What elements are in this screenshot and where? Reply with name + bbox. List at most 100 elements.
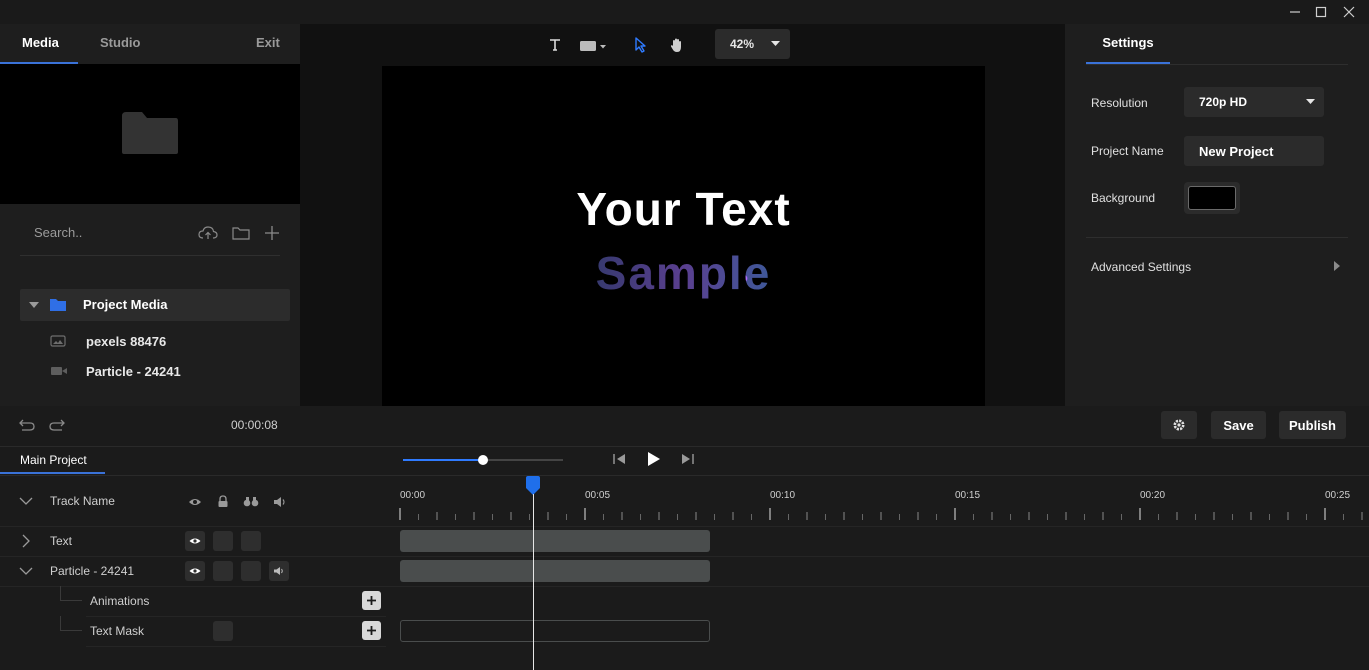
lock-icon[interactable] <box>217 495 229 508</box>
timeline-panel: Main Project Track Name 00:00 00:05 00:1… <box>0 446 1369 670</box>
track-label-text[interactable]: Text <box>50 534 72 548</box>
caret-down-icon <box>29 302 39 308</box>
divider <box>1086 237 1348 238</box>
chevron-down-icon <box>1306 99 1315 104</box>
zoom-value: 42% <box>730 37 755 51</box>
clip-text-mask[interactable] <box>400 620 710 642</box>
playback-slider-fill <box>403 459 483 461</box>
chevron-down-icon[interactable] <box>19 567 33 575</box>
redo-icon[interactable] <box>48 417 66 431</box>
search-input[interactable] <box>20 220 180 244</box>
mute-toggle[interactable] <box>269 561 289 581</box>
canvas-text-sample[interactable]: Sample <box>382 246 985 300</box>
skip-back-icon[interactable] <box>613 453 627 465</box>
chevron-right-icon[interactable] <box>22 534 30 548</box>
zoom-select[interactable]: 42% <box>715 29 790 59</box>
track-name-header: Track Name <box>50 494 115 508</box>
playhead-handle[interactable] <box>525 476 541 496</box>
hand-tool-icon[interactable] <box>669 37 685 53</box>
add-icon[interactable] <box>260 222 284 244</box>
background-label: Background <box>1091 191 1156 205</box>
playhead-line <box>532 494 534 670</box>
list-item[interactable]: pexels 88476 <box>50 329 166 353</box>
undo-icon[interactable] <box>18 417 36 431</box>
ruler-label: 00:20 <box>1140 490 1166 501</box>
solo-toggle[interactable] <box>241 531 261 551</box>
mask-toggle[interactable] <box>213 621 233 641</box>
exit-button[interactable]: Exit <box>256 24 280 64</box>
tree-line <box>60 616 61 630</box>
upload-cloud-icon[interactable] <box>196 222 220 244</box>
sub-track-text-mask: Text Mask <box>90 624 145 638</box>
maximize-icon[interactable] <box>1307 0 1335 24</box>
eye-icon <box>189 538 201 544</box>
settings-button[interactable] <box>1161 411 1197 439</box>
canvas-text-your-text[interactable]: Your Text <box>382 182 985 236</box>
resolution-select[interactable]: 720p HD <box>1184 87 1324 117</box>
solo-toggle[interactable] <box>241 561 261 581</box>
media-preview <box>0 64 300 204</box>
playhead[interactable] <box>523 476 543 670</box>
binoculars-icon[interactable] <box>243 496 259 507</box>
image-icon <box>50 335 66 347</box>
sub-track-animations: Animations <box>90 594 150 608</box>
tree-line <box>60 630 82 631</box>
clip-text[interactable] <box>400 530 710 552</box>
advanced-settings-label: Advanced Settings <box>1091 260 1192 274</box>
gear-icon <box>1173 419 1185 431</box>
tab-settings[interactable]: Settings <box>1086 24 1170 64</box>
playback-slider-knob[interactable] <box>478 455 488 465</box>
folder-icon <box>50 299 66 311</box>
folder-open-icon[interactable] <box>229 222 253 244</box>
divider <box>1086 64 1348 65</box>
speaker-icon <box>274 567 283 575</box>
eye-icon[interactable] <box>188 497 202 507</box>
control-bar: 00:00:08 Save Publish <box>0 406 1369 446</box>
list-item[interactable]: Particle - 24241 <box>50 359 181 383</box>
skip-forward-icon[interactable] <box>680 453 694 465</box>
track-label-particle[interactable]: Particle - 24241 <box>50 564 134 578</box>
advanced-settings-toggle[interactable]: Advanced Settings <box>1086 252 1348 282</box>
lock-toggle[interactable] <box>213 561 233 581</box>
background-swatch <box>1188 186 1236 210</box>
eye-icon <box>189 568 201 574</box>
visibility-toggle[interactable] <box>185 561 205 581</box>
ruler-label: 00:25 <box>1325 490 1351 501</box>
background-color-picker[interactable] <box>1184 182 1240 214</box>
media-item-label: Particle - 24241 <box>86 363 181 379</box>
chevron-down-icon[interactable] <box>19 497 33 505</box>
tree-line <box>60 600 82 601</box>
media-item-label: pexels 88476 <box>86 333 167 349</box>
visibility-toggle[interactable] <box>185 531 205 551</box>
settings-panel: Settings Resolution 720p HD Project Name… <box>1065 24 1369 406</box>
tab-studio[interactable]: Studio <box>100 24 140 64</box>
text-tool-icon[interactable] <box>548 38 562 52</box>
close-icon[interactable] <box>1335 0 1363 24</box>
preview-stage[interactable]: Your Text Sample <box>382 66 985 406</box>
lock-toggle[interactable] <box>213 531 233 551</box>
playback-slider[interactable] <box>403 455 563 465</box>
tab-media[interactable]: Media <box>0 24 78 64</box>
project-media-folder[interactable]: Project Media <box>20 289 290 321</box>
ruler-label: 00:00 <box>400 490 426 501</box>
publish-button[interactable]: Publish <box>1279 411 1346 439</box>
divider <box>0 556 1369 557</box>
media-panel: Media Studio Exit Project Media pexels 8… <box>0 24 300 406</box>
title-bar <box>0 0 1369 24</box>
ruler-label: 00:10 <box>770 490 796 501</box>
video-icon <box>51 367 67 375</box>
shape-tool-icon[interactable] <box>579 39 609 53</box>
select-tool-icon[interactable] <box>634 37 648 53</box>
save-button[interactable]: Save <box>1211 411 1266 439</box>
project-media-label: Project Media <box>83 297 168 312</box>
minimize-icon[interactable] <box>1281 0 1309 24</box>
search-bar <box>20 214 280 256</box>
tab-main-project[interactable]: Main Project <box>0 446 105 474</box>
ruler-label: 00:05 <box>585 490 611 501</box>
project-name-field[interactable]: New Project <box>1184 136 1324 166</box>
add-mask-button[interactable] <box>362 621 381 640</box>
clip-particle[interactable] <box>400 560 710 582</box>
add-animation-button[interactable] <box>362 591 381 610</box>
speaker-icon[interactable] <box>273 496 287 508</box>
play-icon[interactable] <box>647 451 661 467</box>
